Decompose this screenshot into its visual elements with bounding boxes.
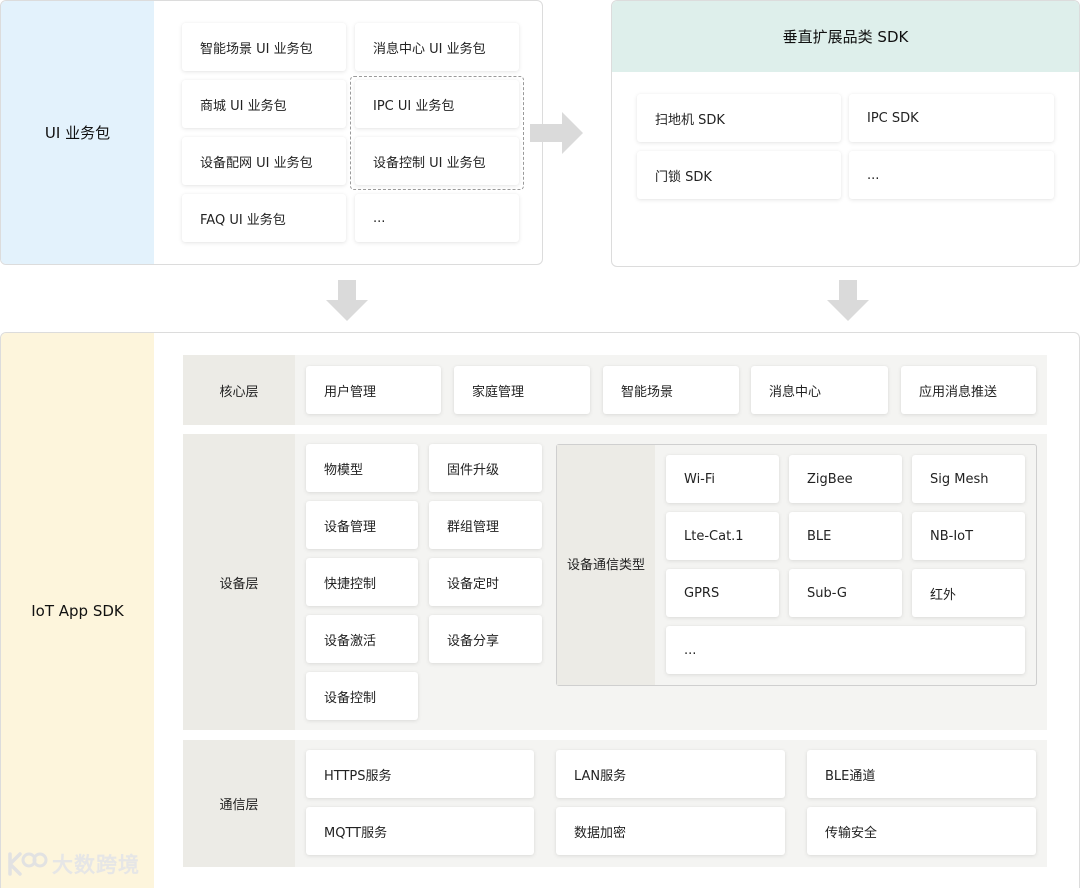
device-comm-types-label-line1: 设备通信 [566,557,619,573]
ui-package-item: 智能场景 UI 业务包 [182,23,346,71]
core-item: 应用消息推送 [901,366,1036,414]
device-item: 设备激活 [306,615,418,663]
comm-layer-item: MQTT服务 [306,807,534,855]
vertical-sdk-item: 扫地机 SDK [637,94,841,142]
core-item: 智能场景 [603,366,739,414]
ui-package-item: 消息中心 UI 业务包 [355,23,519,71]
ui-package-panel: UI 业务包 智能场景 UI 业务包 消息中心 UI 业务包 商城 UI 业务包… [0,0,543,265]
ui-package-item: ... [355,194,519,242]
iot-app-sdk-panel: IoT App SDK 核心层 用户管理 家庭管理 智能场景 消息中心 应用消息… [0,332,1080,888]
ui-package-title: UI 业务包 [1,1,154,264]
ui-package-item: IPC UI 业务包 [355,80,519,128]
device-comm-types-label-line2: 类型 [619,557,646,573]
device-item: 快捷控制 [306,558,418,606]
core-layer: 核心层 用户管理 家庭管理 智能场景 消息中心 应用消息推送 [183,355,1047,425]
comm-type-item: NB-IoT [912,512,1025,560]
comm-layer-item: HTTPS服务 [306,750,534,798]
device-comm-types: 设备通信 类型 Wi-Fi ZigBee Sig Mesh Lte-Cat.1 … [556,444,1037,686]
ui-package-item: FAQ UI 业务包 [182,194,346,242]
device-item: 设备分享 [429,615,542,663]
core-item: 家庭管理 [454,366,590,414]
ui-package-item: 设备控制 UI 业务包 [355,137,519,185]
comm-layer-item: BLE通道 [807,750,1036,798]
device-item: 物模型 [306,444,418,492]
core-item: 用户管理 [306,366,441,414]
device-item: 固件升级 [429,444,542,492]
comm-layer-item: LAN服务 [556,750,785,798]
comm-layer-item: 数据加密 [556,807,785,855]
arrow-down-icon [827,280,869,321]
comm-layer: 通信层 HTTPS服务 LAN服务 BLE通道 MQTT服务 数据加密 传输安全 [183,740,1047,867]
core-layer-label: 核心层 [183,355,295,425]
comm-layer-label: 通信层 [183,740,295,867]
comm-type-item: 红外 [912,569,1025,617]
watermark-text: 大数跨境 [52,853,140,877]
device-item: 群组管理 [429,501,542,549]
device-layer-label: 设备层 [183,434,295,730]
comm-type-item: ZigBee [789,455,902,503]
watermark-logo-icon [8,852,48,876]
comm-type-item: BLE [789,512,902,560]
vertical-sdk-item: ... [849,151,1054,199]
comm-type-item: Wi-Fi [666,455,779,503]
comm-type-item: ... [666,626,1025,674]
comm-type-item: Lte-Cat.1 [666,512,779,560]
arrow-down-icon [326,280,368,321]
device-layer: 设备层 物模型 固件升级 设备管理 群组管理 快捷控制 设备定时 设备激活 设备… [183,434,1047,730]
watermark: 大数跨境 [6,848,140,880]
vertical-sdk-panel: 垂直扩展品类 SDK 扫地机 SDK IPC SDK 门锁 SDK ... [611,0,1080,267]
vertical-sdk-item: IPC SDK [849,94,1054,142]
device-item: 设备控制 [306,672,418,720]
device-item: 设备定时 [429,558,542,606]
arrow-right-icon [530,112,583,154]
comm-type-item: Sub-G [789,569,902,617]
vertical-sdk-item: 门锁 SDK [637,151,841,199]
ui-package-item: 商城 UI 业务包 [182,80,346,128]
comm-type-item: GPRS [666,569,779,617]
ui-package-item: 设备配网 UI 业务包 [182,137,346,185]
iot-app-sdk-title: IoT App SDK [1,333,154,888]
comm-type-item: Sig Mesh [912,455,1025,503]
device-item: 设备管理 [306,501,418,549]
core-item: 消息中心 [751,366,888,414]
comm-layer-item: 传输安全 [807,807,1036,855]
vertical-sdk-title: 垂直扩展品类 SDK [612,1,1079,72]
device-comm-types-label: 设备通信 类型 [557,445,655,685]
